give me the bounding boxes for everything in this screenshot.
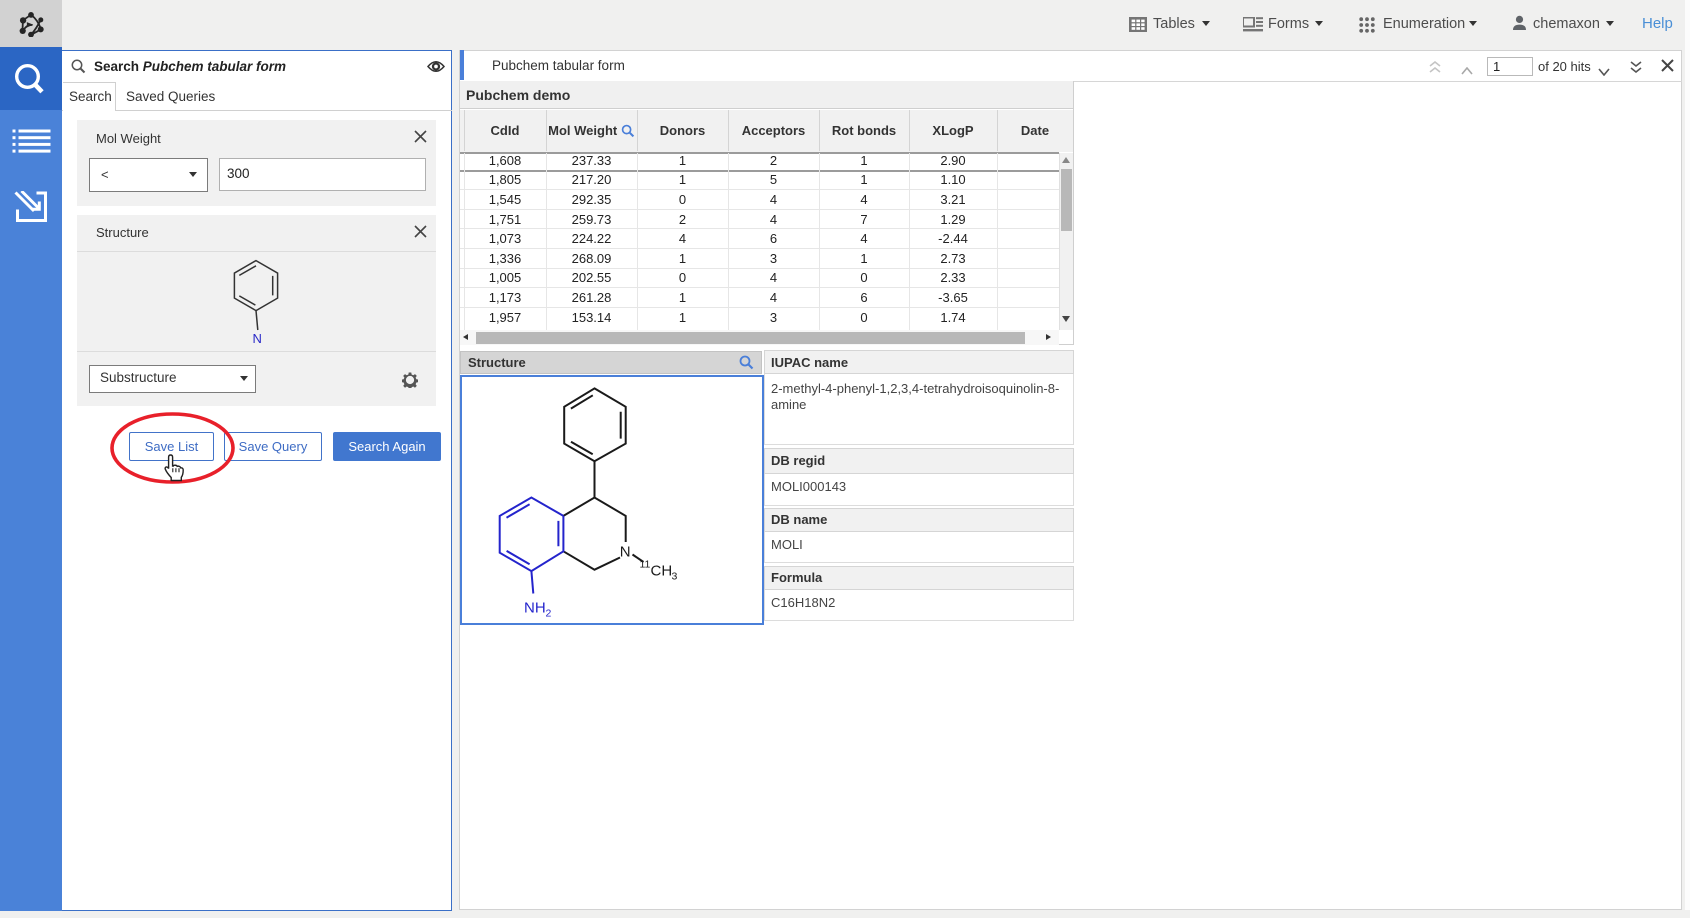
svg-text:NH: NH xyxy=(524,600,546,617)
svg-text:N: N xyxy=(253,331,262,346)
svg-text:11: 11 xyxy=(640,559,651,571)
svg-text:3: 3 xyxy=(672,571,678,583)
svg-text:2: 2 xyxy=(546,608,552,620)
svg-text:CH: CH xyxy=(651,563,673,580)
svg-text:N: N xyxy=(620,544,631,561)
